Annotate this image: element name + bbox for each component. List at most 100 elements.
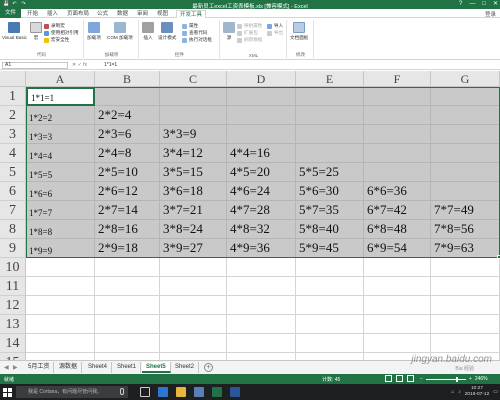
cell-e13[interactable] <box>296 315 364 334</box>
cell-a3[interactable]: 1*3=3 <box>26 125 95 144</box>
cell-f7[interactable]: 6*7=42 <box>364 201 431 220</box>
row-header-3[interactable]: 3 <box>0 125 26 144</box>
cell-f11[interactable] <box>364 277 431 296</box>
windows-start-icon[interactable] <box>3 388 12 397</box>
cell-f5[interactable] <box>364 163 431 182</box>
sheet-tab-sheet2[interactable]: Sheet2 <box>171 362 200 373</box>
cell-b5[interactable]: 2*5=10 <box>95 163 160 182</box>
xml-import-button[interactable]: 导入 <box>267 23 283 29</box>
cell-b2[interactable]: 2*2=4 <box>95 106 160 125</box>
cell-g10[interactable] <box>431 258 500 277</box>
sheet-tab-sheet5[interactable]: Sheet5 <box>142 362 171 373</box>
properties-button[interactable]: 属性 <box>182 23 198 29</box>
cell-f3[interactable] <box>364 125 431 144</box>
row-header-8[interactable]: 8 <box>0 220 26 239</box>
cell-a6[interactable]: 1*6=6 <box>26 182 95 201</box>
cell-g4[interactable] <box>431 144 500 163</box>
cell-a15[interactable] <box>26 353 95 360</box>
row-header-1[interactable]: 1 <box>0 87 26 106</box>
cell-f2[interactable] <box>364 106 431 125</box>
tab-page-layout[interactable]: 页面布局 <box>64 10 92 18</box>
insert-control-button[interactable]: 插入 <box>142 22 154 41</box>
cell-b3[interactable]: 2*3=6 <box>95 125 160 144</box>
cell-g12[interactable] <box>431 296 500 315</box>
sheet-tab-source-data[interactable]: 源数据 <box>55 362 83 373</box>
tab-file[interactable]: 文件 <box>0 9 21 18</box>
cell-g9[interactable]: 7*9=63 <box>431 239 500 258</box>
cell-d11[interactable] <box>227 277 296 296</box>
cell-c11[interactable] <box>160 277 227 296</box>
cell-c7[interactable]: 3*7=21 <box>160 201 227 220</box>
cell-b10[interactable] <box>95 258 160 277</box>
tab-home[interactable]: 开始 <box>24 10 41 18</box>
cell-a8[interactable]: 1*8=8 <box>26 220 95 239</box>
row-header-15[interactable]: 15 <box>0 353 26 360</box>
maximize-button[interactable]: □ <box>482 1 486 8</box>
column-header-e[interactable]: E <box>296 71 364 87</box>
formula-input[interactable]: 1*1=1 <box>102 62 498 69</box>
cell-b4[interactable]: 2*4=8 <box>95 144 160 163</box>
cortana-search-box[interactable]: 我是 Cortana，有问题尽管问我。 <box>16 386 128 398</box>
cell-g13[interactable] <box>431 315 500 334</box>
cell-f12[interactable] <box>364 296 431 315</box>
cell-e2[interactable] <box>296 106 364 125</box>
add-sheet-button[interactable]: + <box>204 363 213 372</box>
cell-e1[interactable] <box>296 87 364 106</box>
xml-source-button[interactable]: 源 <box>223 22 235 41</box>
expansion-packs-button[interactable]: 扩展包 <box>237 30 258 36</box>
cell-c5[interactable]: 3*5=15 <box>160 163 227 182</box>
prev-sheet-icon[interactable]: ◀ <box>4 364 9 371</box>
close-button[interactable]: ✕ <box>493 1 498 8</box>
cell-e7[interactable]: 5*7=35 <box>296 201 364 220</box>
tab-data[interactable]: 数据 <box>114 10 131 18</box>
tab-formulas[interactable]: 公式 <box>94 10 111 18</box>
cell-g8[interactable]: 7*8=56 <box>431 220 500 239</box>
cell-e4[interactable] <box>296 144 364 163</box>
notification-icon[interactable]: ▭ <box>493 389 498 395</box>
cell-a13[interactable] <box>26 315 95 334</box>
cell-b8[interactable]: 2*8=16 <box>95 220 160 239</box>
cell-b13[interactable] <box>95 315 160 334</box>
cell-d7[interactable]: 4*7=28 <box>227 201 296 220</box>
column-header-d[interactable]: D <box>227 71 296 87</box>
row-header-4[interactable]: 4 <box>0 144 26 163</box>
cell-a5[interactable]: 1*5=5 <box>26 163 95 182</box>
edge-browser-icon[interactable] <box>158 387 168 397</box>
sheet-tab-may-salary[interactable]: 5月工资 <box>24 362 55 373</box>
cell-c9[interactable]: 3*9=27 <box>160 239 227 258</box>
column-header-c[interactable]: C <box>160 71 227 87</box>
cell-e6[interactable]: 5*6=30 <box>296 182 364 201</box>
row-header-7[interactable]: 7 <box>0 201 26 220</box>
sheet-tab-sheet1[interactable]: Sheet1 <box>113 362 142 373</box>
column-header-f[interactable]: F <box>364 71 431 87</box>
xml-export-button[interactable]: 导出 <box>267 30 283 36</box>
cell-e8[interactable]: 5*8=40 <box>296 220 364 239</box>
row-header-5[interactable]: 5 <box>0 163 26 182</box>
macros-button[interactable]: 宏 <box>30 22 42 41</box>
row-header-9[interactable]: 9 <box>0 239 26 258</box>
cell-c10[interactable] <box>160 258 227 277</box>
tab-review[interactable]: 审阅 <box>134 10 151 18</box>
cell-d3[interactable] <box>227 125 296 144</box>
cell-f13[interactable] <box>364 315 431 334</box>
row-header-2[interactable]: 2 <box>0 106 26 125</box>
cell-b1[interactable] <box>95 87 160 106</box>
cell-c6[interactable]: 3*6=18 <box>160 182 227 201</box>
cell-a14[interactable] <box>26 334 95 353</box>
cell-g14[interactable] <box>431 334 500 353</box>
cell-g1[interactable] <box>431 87 500 106</box>
normal-view-icon[interactable] <box>385 375 392 382</box>
select-all-corner[interactable] <box>0 71 26 87</box>
cell-f8[interactable]: 6*8=48 <box>364 220 431 239</box>
cell-g5[interactable] <box>431 163 500 182</box>
excel-taskbar-icon[interactable] <box>212 387 222 397</box>
word-taskbar-icon[interactable] <box>230 387 240 397</box>
next-sheet-icon[interactable]: ▶ <box>13 364 18 371</box>
visual-basic-button[interactable]: Visual Basic <box>2 22 27 40</box>
relative-reference-button[interactable]: 使用相对引用 <box>44 30 79 36</box>
cell-e12[interactable] <box>296 296 364 315</box>
zoom-slider-knob[interactable] <box>455 376 458 382</box>
row-header-12[interactable]: 12 <box>0 296 26 315</box>
document-panel-button[interactable]: 文档面板 <box>290 22 308 41</box>
cell-b11[interactable] <box>95 277 160 296</box>
